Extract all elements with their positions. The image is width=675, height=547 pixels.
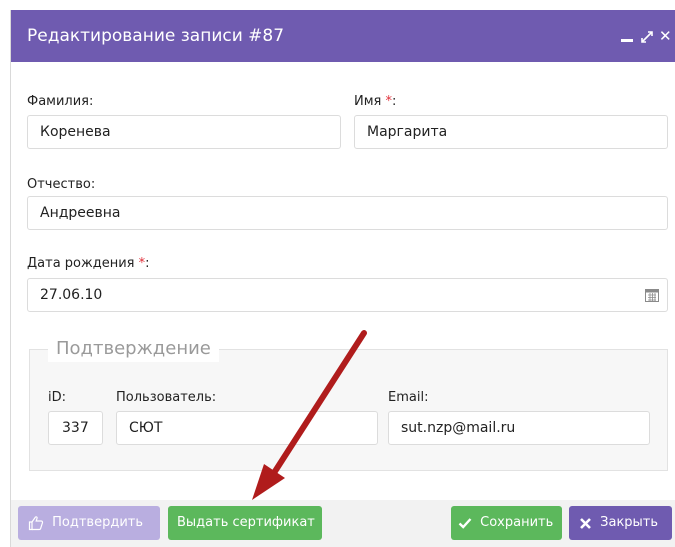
email-label: Email:	[388, 390, 429, 405]
confirm-button[interactable]: Подтвердить	[18, 506, 160, 540]
close-icon[interactable]: ✕	[659, 25, 673, 47]
save-button[interactable]: Сохранить	[451, 506, 562, 540]
dialog-footer: Подтвердить Выдать сертификат Сохранить …	[11, 500, 675, 547]
birthdate-label: Дата рождения *:	[27, 256, 150, 272]
name-label: Имя *:	[354, 94, 396, 110]
email-field[interactable]: sut.nzp@mail.ru	[388, 411, 650, 445]
x-icon	[580, 517, 591, 529]
confirmation-fieldset: Подтверждение iD: 337 Пользователь: СЮТ …	[29, 336, 668, 471]
user-field[interactable]: СЮТ	[116, 411, 378, 445]
patronymic-label: Отчество:	[27, 177, 96, 192]
confirmation-legend: Подтверждение	[48, 336, 219, 362]
minimize-icon[interactable]	[621, 25, 635, 47]
user-label: Пользователь:	[116, 390, 217, 405]
confirm-button-label: Подтвердить	[52, 515, 144, 530]
name-label-text: Имя	[354, 94, 382, 109]
calendar-icon[interactable]	[645, 288, 659, 302]
dialog-titlebar[interactable]: Редактирование записи #87 ✕	[11, 10, 675, 62]
surname-field[interactable]: Коренева	[27, 115, 341, 149]
maximize-icon[interactable]	[639, 25, 655, 47]
patronymic-field[interactable]: Андреевна	[27, 196, 668, 230]
edit-record-dialog: Редактирование записи #87 ✕ Фамилия: Кор…	[10, 10, 675, 547]
issue-certificate-button-label: Выдать сертификат	[177, 515, 315, 530]
name-field[interactable]: Маргарита	[354, 115, 668, 149]
save-button-label: Сохранить	[480, 515, 554, 530]
label-colon: :	[145, 256, 150, 271]
check-icon	[458, 518, 472, 529]
dialog-title: Редактирование записи #87	[27, 26, 285, 46]
surname-label-text: Фамилия:	[27, 94, 94, 109]
close-button[interactable]: Закрыть	[569, 506, 672, 540]
birthdate-value: 27.06.10	[40, 287, 103, 303]
label-colon: :	[392, 94, 397, 109]
close-button-label: Закрыть	[600, 515, 659, 530]
surname-label: Фамилия:	[27, 94, 93, 110]
birthdate-field[interactable]: 27.06.10	[27, 278, 668, 312]
id-label: iD:	[48, 390, 67, 405]
id-field[interactable]: 337	[48, 411, 103, 445]
issue-certificate-button[interactable]: Выдать сертификат	[168, 506, 322, 540]
thumbs-up-icon	[28, 516, 44, 531]
birthdate-label-text: Дата рождения	[27, 256, 135, 271]
